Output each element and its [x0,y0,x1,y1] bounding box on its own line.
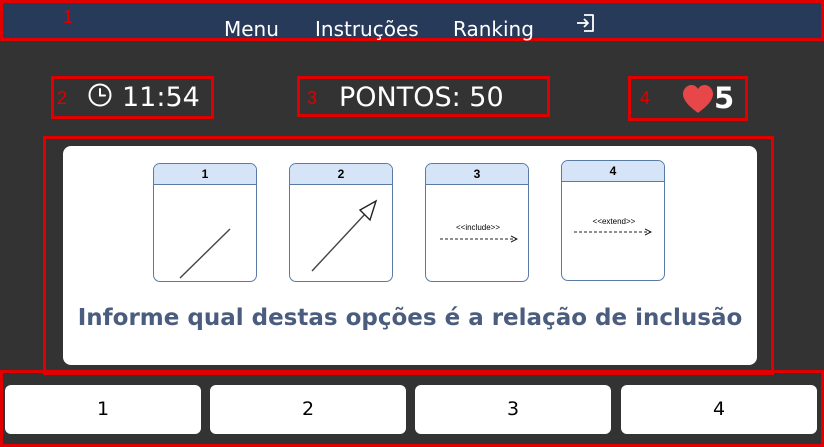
option-number: 1 [154,164,256,185]
extend-label: <<extend>> [592,217,636,226]
generalization-arrow-diagram [311,199,378,272]
timer-value: 11:54 [122,82,200,113]
option-card-3: 3 <<include>> [425,163,529,282]
answer-button-1[interactable]: 1 [5,385,201,434]
region-marker-4: 4 [640,88,651,108]
option-number: 3 [426,164,528,185]
region-marker-2: 2 [57,88,68,108]
include-label: <<include>> [455,223,501,232]
option-card-4: 4 <<extend>> [561,160,665,281]
option-card-1: 1 [153,163,257,282]
answer-button-4[interactable]: 4 [621,385,817,434]
dashed-arrow-diagram [440,235,519,243]
lives-value: 5 [714,81,735,115]
answer-button-2[interactable]: 2 [210,385,406,434]
score-label: PONTOS: 50 [339,82,504,113]
logout-icon[interactable] [575,12,597,39]
question-text: Informe qual destas opções é a relação d… [77,305,743,331]
association-line-diagram [179,228,231,279]
option-number: 2 [290,164,392,185]
heart-icon [681,84,715,119]
nav-instructions-link[interactable]: Instruções [315,17,419,41]
option-number: 4 [562,161,664,182]
top-nav-bar: 1 Menu Instruções Ranking [0,0,824,41]
region-marker-3: 3 [307,88,318,108]
nav-menu-link[interactable]: Menu [224,17,279,41]
dashed-arrow-diagram [574,228,653,236]
answer-button-3[interactable]: 3 [415,385,611,434]
region-marker-1: 1 [63,7,74,27]
clock-icon [87,82,113,113]
nav-ranking-link[interactable]: Ranking [453,17,534,41]
option-card-2: 2 [289,163,393,282]
